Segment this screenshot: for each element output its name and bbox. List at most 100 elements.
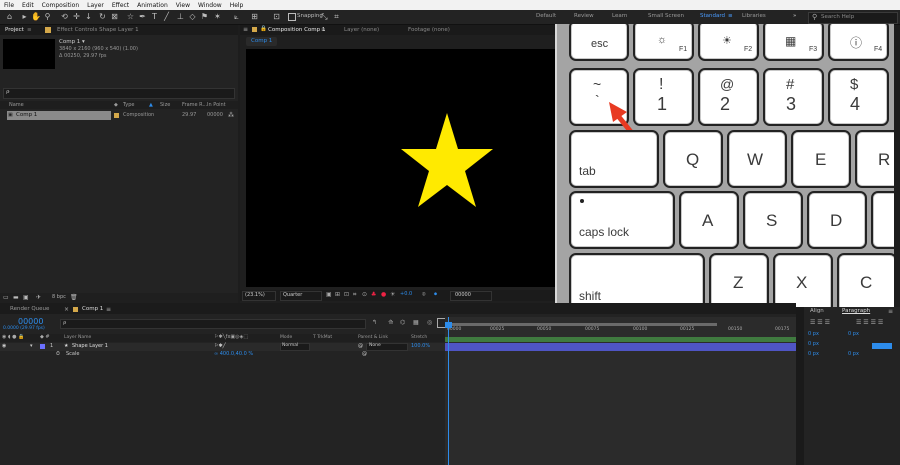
menu-layer[interactable]: Layer	[83, 2, 108, 9]
comp-viewer[interactable]	[246, 49, 555, 287]
bit-depth-label[interactable]: 8 bpc	[52, 294, 66, 300]
snap-edges-icon[interactable]: ⤡	[320, 12, 329, 21]
zoom-tool-icon[interactable]: ⚲	[43, 12, 52, 21]
col-stretch[interactable]: Stretch	[411, 335, 427, 340]
show-channel-icon[interactable]: ⊙	[362, 291, 367, 298]
menu-file[interactable]: File	[0, 2, 18, 9]
scale-value[interactable]: ∞ 400.0,40.0 %	[214, 351, 253, 357]
direction-toggle[interactable]	[872, 343, 892, 349]
property-row[interactable]: ⏱ Scale ∞ 400.0,40.0 % @	[0, 351, 445, 359]
tab-align[interactable]: Align	[810, 308, 824, 314]
project-item-name[interactable]: Comp 1 ▾	[59, 39, 85, 45]
layer-visibility-icon[interactable]: ◉	[2, 343, 6, 349]
anchor-tool-icon[interactable]: ⊠	[110, 12, 119, 21]
new-folder-icon[interactable]: ▬	[13, 294, 19, 301]
rotate-tool-icon[interactable]: ↻	[98, 12, 107, 21]
indent-first-value[interactable]: 0 px	[808, 341, 819, 347]
type-tool-icon[interactable]: T	[150, 12, 159, 21]
align-left-icon[interactable]: ☰ ☰ ☰	[810, 319, 830, 326]
axis-tool-icon[interactable]: ⊞	[250, 12, 259, 21]
space-before-value[interactable]: 0 px	[808, 351, 819, 357]
layer-mode-dropdown[interactable]: Normal	[280, 343, 310, 351]
current-time-display[interactable]: 00000	[18, 317, 43, 326]
timeline-close-icon[interactable]: ×	[64, 306, 69, 313]
menu-animation[interactable]: Animation	[133, 2, 172, 9]
work-area-range[interactable]	[447, 323, 717, 326]
puppet-tool-icon[interactable]: ✶	[213, 12, 222, 21]
comp-lock-toggle-icon[interactable]: 🔒	[260, 26, 267, 32]
col-layer-name[interactable]: Layer Name	[64, 335, 91, 340]
pick-whip-icon[interactable]: @	[358, 343, 363, 349]
tab-composition-menu-icon[interactable]: ≡	[321, 27, 326, 33]
tab-footage[interactable]: Footage (none)	[408, 27, 450, 33]
col-parent-link[interactable]: Parent & Link	[358, 335, 388, 340]
show-snapshot-icon[interactable]: ⚫	[433, 291, 438, 298]
shy-layers-icon[interactable]: ⌬	[400, 319, 405, 326]
playhead-line[interactable]	[448, 317, 449, 465]
col-frame-rate[interactable]: Frame R...	[182, 102, 207, 108]
eraser-tool-icon[interactable]: ◇	[188, 12, 197, 21]
workspace-menu-icon[interactable]: ≡	[728, 13, 733, 19]
justify-icon[interactable]: ☰ ☰ ☰ ☰	[856, 319, 883, 326]
layer-expand-icon[interactable]: ▾	[30, 343, 33, 349]
space-after-value[interactable]: 0 px	[848, 351, 859, 357]
tab-project-menu-icon[interactable]: ≡	[27, 27, 32, 33]
render-icon[interactable]: ✈	[36, 294, 41, 301]
menu-edit[interactable]: Edit	[18, 2, 38, 9]
frame-blending-icon[interactable]: ▦	[413, 319, 419, 326]
col-mode[interactable]: Mode	[280, 335, 292, 340]
workspace-learn[interactable]: Learn	[612, 13, 627, 19]
workspace-standard[interactable]: Standard	[700, 13, 725, 19]
reset-exposure-icon[interactable]: ●	[381, 291, 386, 298]
workspace-review[interactable]: Review	[574, 13, 594, 19]
tab-effect-controls[interactable]: Effect Controls Shape Layer 1	[57, 27, 139, 33]
orbit-tool-icon[interactable]: ⟲	[60, 12, 69, 21]
menu-view[interactable]: View	[172, 2, 194, 9]
tab-composition[interactable]: Composition Comp 1	[268, 27, 325, 33]
layer-name[interactable]: Shape Layer 1	[72, 343, 108, 349]
menu-composition[interactable]: Composition	[38, 2, 83, 9]
move-tool-icon[interactable]: ✛	[72, 12, 81, 21]
col-name[interactable]: Name	[9, 102, 24, 108]
layer-row[interactable]: ◉ ▾ 1 ★ Shape Layer 1 ⚐✱╱ Normal @ None …	[0, 343, 445, 351]
motion-blur-icon[interactable]: ◎	[427, 319, 432, 326]
mask-visibility-icon[interactable]: ⊡	[344, 291, 349, 298]
comp-mini-flowchart-icon[interactable]: ↰	[372, 319, 377, 326]
workspace-small-screen[interactable]: Small Screen	[648, 13, 684, 19]
magnification-dropdown[interactable]: (23.1%)	[242, 291, 276, 301]
workspace-default[interactable]: Default	[536, 13, 556, 19]
panel-divider[interactable]	[796, 307, 804, 465]
dolly-tool-icon[interactable]: ↓	[84, 12, 93, 21]
star-shape[interactable]	[400, 111, 494, 213]
pen-tool-icon[interactable]: ✒	[138, 12, 147, 21]
menu-help[interactable]: Help	[226, 2, 248, 9]
tab-render-queue[interactable]: Render Queue	[10, 306, 49, 312]
indent-right-value[interactable]: 0 px	[848, 331, 859, 337]
project-search-input[interactable]: ρ̵	[3, 88, 235, 99]
roto-tool-icon[interactable]: ⚑	[200, 12, 209, 21]
col-size[interactable]: Size	[160, 102, 170, 108]
col-type[interactable]: Type	[123, 102, 134, 108]
flowchart-icon[interactable]: ⁂	[228, 112, 234, 119]
menu-effect[interactable]: Effect	[108, 2, 133, 9]
snap-features-icon[interactable]: ⌗	[332, 12, 341, 21]
indent-left-value[interactable]: 0 px	[808, 331, 819, 337]
hand-tool-icon[interactable]: ✋	[31, 12, 41, 21]
snapshot-camera-icon[interactable]: ⌾	[422, 291, 426, 299]
tab-layer[interactable]: Layer (none)	[344, 27, 379, 33]
draft-3d-icon[interactable]: ⟰	[388, 319, 393, 326]
clone-tool-icon[interactable]: ⊥	[176, 12, 185, 21]
timeline-search-input[interactable]: ρ̵	[60, 319, 366, 329]
workspace-libraries[interactable]: Libraries	[742, 13, 766, 19]
interpret-footage-icon[interactable]: ▭	[3, 294, 9, 301]
home-icon[interactable]: ⌂	[5, 12, 14, 21]
tab-project[interactable]: Project	[5, 27, 24, 33]
snapping-checkbox[interactable]	[288, 13, 296, 21]
trash-icon[interactable]: 🗑	[70, 294, 78, 301]
label-color-swatch[interactable]	[114, 113, 119, 118]
transparency-grid-icon[interactable]: ⊞	[335, 291, 340, 298]
menu-window[interactable]: Window	[194, 2, 226, 9]
stretch-value[interactable]: 100.0%	[411, 343, 430, 349]
more-workspaces-icon[interactable]: »	[793, 13, 796, 19]
col-trkmat[interactable]: T TrkMat	[313, 335, 332, 340]
